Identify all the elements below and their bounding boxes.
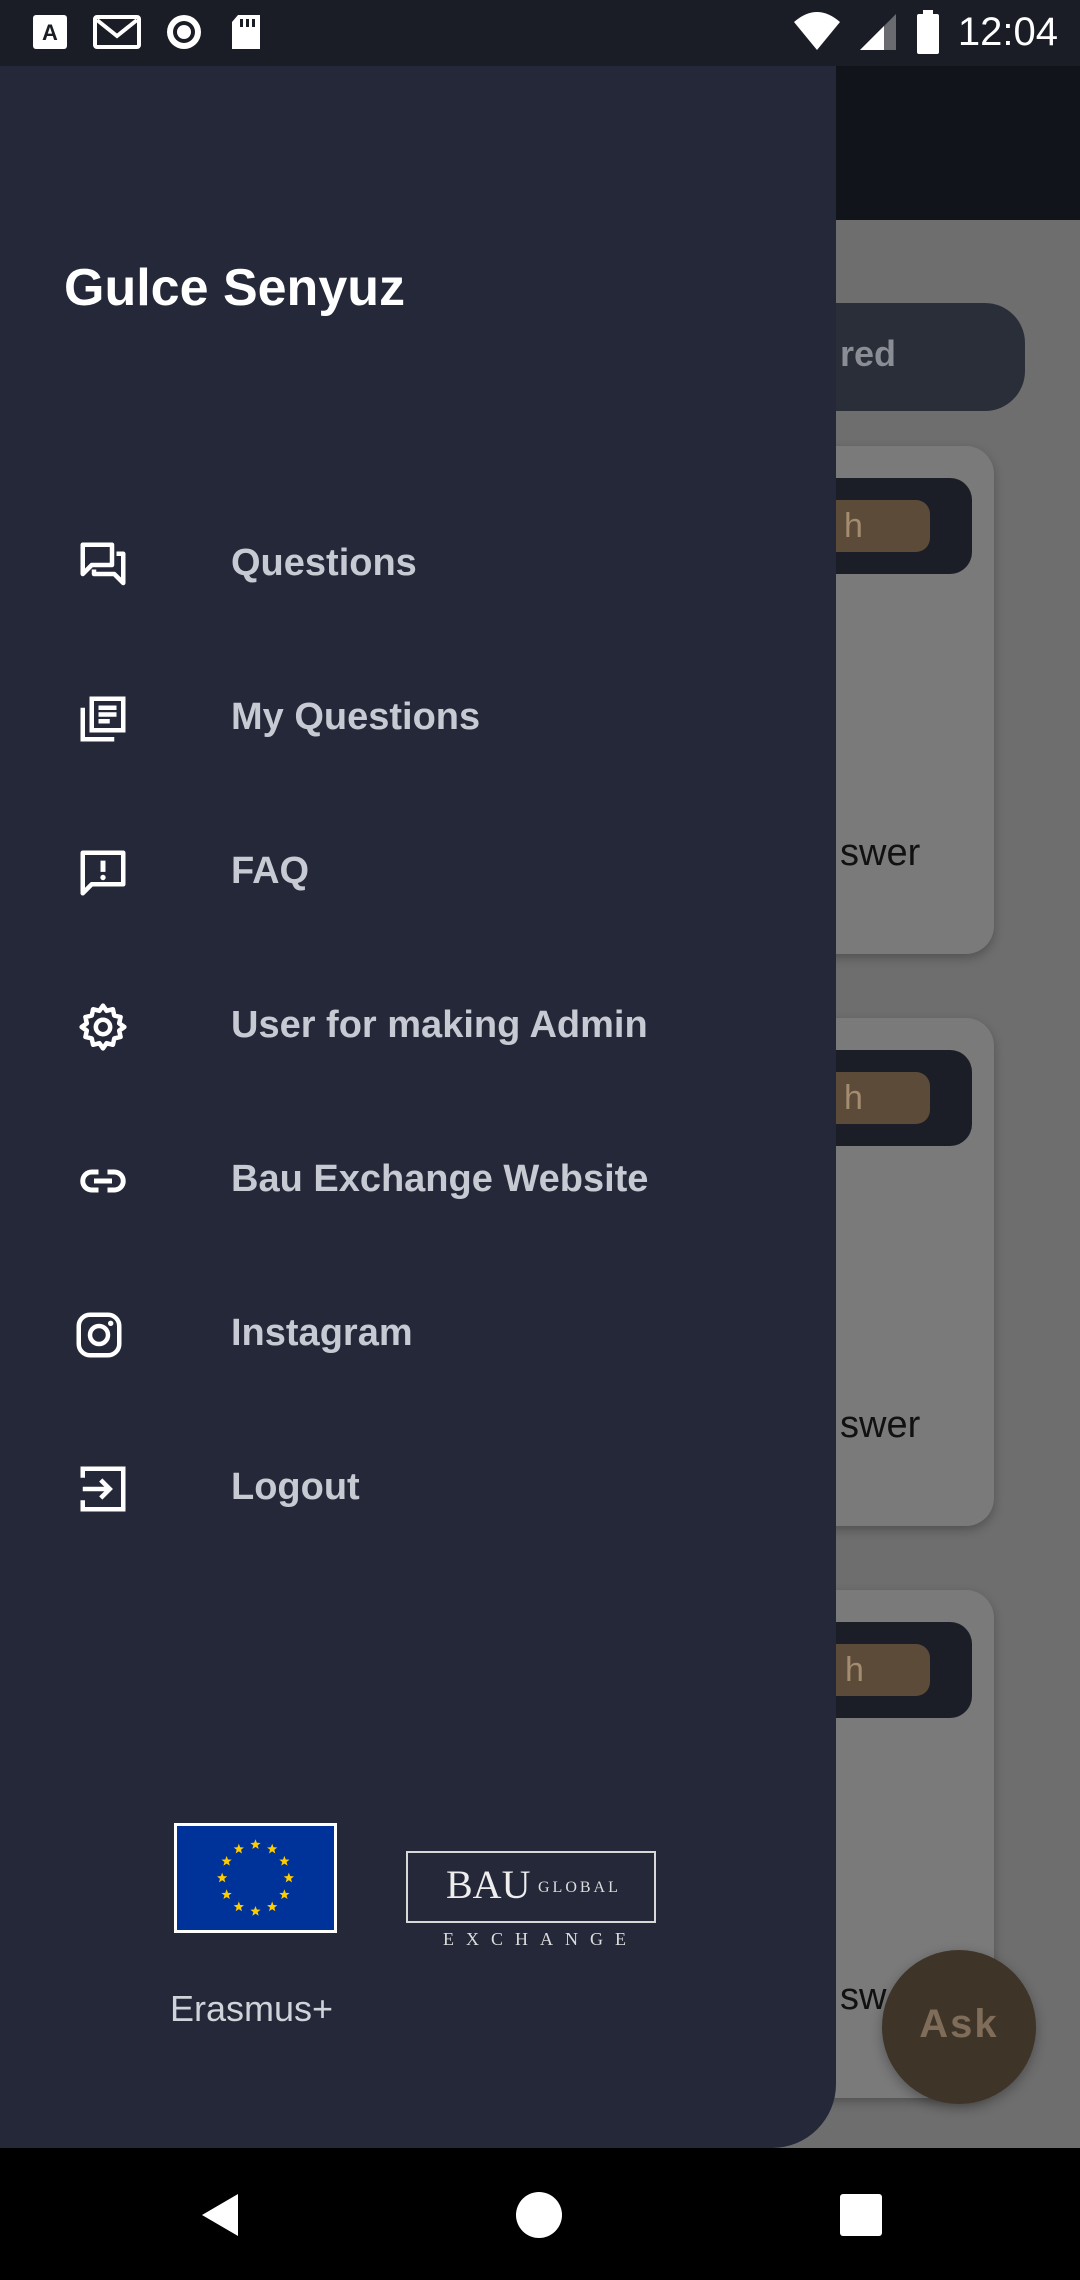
menu-item-label: Logout xyxy=(231,1466,360,1508)
record-icon xyxy=(167,15,201,49)
cell-signal-icon xyxy=(859,14,896,50)
menu-item-label: Instagram xyxy=(231,1312,413,1354)
card-answer-text: swer xyxy=(840,832,921,874)
menu-item-questions[interactable]: Questions xyxy=(0,488,836,642)
feedback-icon xyxy=(80,850,126,896)
link-icon xyxy=(80,1169,126,1193)
gmail-icon xyxy=(93,15,141,49)
menu-item-label: My Questions xyxy=(231,696,481,738)
forum-icon xyxy=(80,542,126,586)
menu-item-label: Questions xyxy=(231,542,417,584)
library-books-icon xyxy=(80,696,126,742)
system-nav-bar xyxy=(0,2148,1080,2280)
wifi-icon xyxy=(793,12,840,50)
ask-fab-label: Ask xyxy=(919,2002,999,2046)
keyboard-a-icon: A xyxy=(33,15,67,49)
menu-item-faq[interactable]: FAQ xyxy=(0,796,836,950)
status-bar-notifications: A xyxy=(30,12,266,52)
drawer-user-name: Gulce Senyuz xyxy=(64,259,405,317)
menu-item-label: FAQ xyxy=(231,850,310,892)
card-answer-text: sw xyxy=(840,1976,887,2018)
instagram-icon xyxy=(76,1312,122,1358)
drawer-menu: Questions My Questions FAQ User for maki… xyxy=(0,488,836,1566)
filter-pill-label: red xyxy=(840,333,897,374)
bau-logo-exchange: EXCHANGE xyxy=(443,1929,638,1949)
menu-item-my-questions[interactable]: My Questions xyxy=(0,642,836,796)
menu-item-bau-website[interactable]: Bau Exchange Website xyxy=(0,1104,836,1258)
home-icon[interactable] xyxy=(512,2188,566,2242)
recents-icon[interactable] xyxy=(834,2188,888,2242)
eu-flag-logo xyxy=(174,1823,337,1933)
battery-icon xyxy=(916,10,939,54)
bau-logo-global: GLOBAL xyxy=(538,1879,621,1896)
status-bar-system: 12:04 xyxy=(792,8,1058,56)
menu-item-label: User for making Admin xyxy=(231,1004,648,1046)
gear-icon xyxy=(79,1003,127,1051)
logout-icon xyxy=(80,1466,126,1512)
erasmus-caption: Erasmus+ xyxy=(170,1988,334,2029)
menu-item-make-admin[interactable]: User for making Admin xyxy=(0,950,836,1104)
menu-item-instagram[interactable]: Instagram xyxy=(0,1258,836,1412)
card-answer-text: swer xyxy=(840,1404,921,1446)
status-bar: A 12:04 xyxy=(0,0,1080,66)
menu-item-label: Bau Exchange Website xyxy=(231,1158,649,1200)
bau-global-logo: BAU GLOBAL EXCHANGE xyxy=(406,1851,656,1949)
bau-logo-main: BAU xyxy=(446,1862,531,1907)
navigation-drawer: Gulce Senyuz Questions My Questions FAQ … xyxy=(0,0,836,2148)
ask-fab: Ask xyxy=(882,1950,1036,2104)
status-time: 12:04 xyxy=(957,9,1058,54)
back-icon[interactable] xyxy=(194,2188,248,2242)
svg-text:A: A xyxy=(42,20,58,45)
drawer-logos: BAU GLOBAL EXCHANGE Erasmus+ xyxy=(0,1820,836,2040)
menu-item-logout[interactable]: Logout xyxy=(0,1412,836,1566)
sd-card-icon xyxy=(232,15,260,49)
